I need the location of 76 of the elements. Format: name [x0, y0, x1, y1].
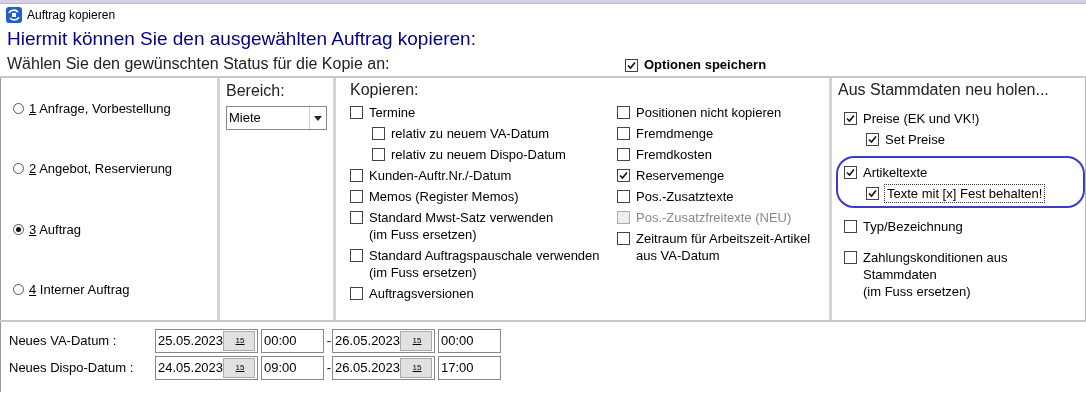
status-prompt: Wählen Sie den gewünschten Status für die Kopie an:	[7, 54, 391, 74]
time-field[interactable]: 17:00	[438, 356, 501, 380]
checkbox-label[interactable]: Fremdmenge	[636, 125, 714, 142]
checkbox-label[interactable]: Optionen speichern	[644, 55, 767, 73]
area-dropdown[interactable]: Miete	[226, 106, 327, 130]
range-separator: -	[326, 332, 332, 351]
checkbox[interactable]	[617, 106, 630, 119]
checkbox-label[interactable]: Typ/Bezeichnung	[863, 218, 963, 235]
time-field[interactable]: 09:00	[261, 356, 324, 380]
checkbox[interactable]	[617, 148, 630, 161]
range-separator: -	[326, 359, 332, 378]
checkbox-label[interactable]: relativ zu neuem VA-Datum	[391, 125, 549, 142]
checkbox[interactable]	[350, 190, 363, 203]
calendar-button[interactable]: 15	[223, 358, 255, 378]
checkbox[interactable]	[617, 232, 630, 245]
calendar-button[interactable]: 15	[400, 358, 432, 378]
window-title: Auftrag kopieren	[27, 7, 116, 24]
checkbox[interactable]	[372, 127, 385, 140]
calendar-button[interactable]: 15	[223, 331, 255, 351]
radio-button[interactable]	[13, 102, 24, 114]
checkbox-label[interactable]: Texte mit [x] Fest behalten!	[885, 185, 1045, 202]
date-field[interactable]: 24.05.2023 15	[155, 356, 258, 380]
time-field[interactable]: 00:00	[438, 329, 501, 353]
checkbox[interactable]	[844, 112, 857, 125]
radio-label[interactable]: 4 Interner Auftrag	[29, 280, 130, 300]
checkbox[interactable]	[866, 133, 879, 146]
radio-button[interactable]	[13, 163, 24, 175]
checkbox[interactable]	[350, 249, 363, 262]
checkbox[interactable]	[617, 190, 630, 203]
radio-label[interactable]: 1 Anfrage, Vorbestellung	[29, 98, 171, 118]
checkbox[interactable]	[617, 127, 630, 140]
checkbox-label[interactable]: Zeitraum für Arbeitszeit-Artikel aus VA-Datum	[636, 230, 811, 264]
checkbox-label[interactable]: Standard Auftragspauschale verwenden (im Fuss ersetzen)	[369, 247, 600, 281]
section-title: Kopieren:	[350, 80, 420, 100]
checkbox-label[interactable]: Kunden-Auftr.Nr./-Datum	[369, 167, 512, 184]
time-field[interactable]: 00:00	[261, 329, 324, 353]
checkbox[interactable]	[844, 166, 857, 179]
checkbox-label[interactable]: Standard Mwst-Satz verwenden (im Fuss ersetzen)	[369, 209, 554, 243]
checkbox-label[interactable]: Preise (EK und VK!)	[863, 110, 980, 127]
date-field[interactable]: 25.05.2023 15	[155, 329, 258, 353]
checkbox-label[interactable]: Reservemenge	[636, 167, 725, 184]
dialog-heading: Hiermit können Sie den ausgewählten Auftrag kopieren:	[6, 27, 477, 51]
date-label: Neues Dispo-Datum :	[9, 359, 135, 378]
date-field[interactable]: 26.05.2023 15	[332, 356, 435, 380]
checkbox[interactable]	[350, 211, 363, 224]
checkbox[interactable]	[350, 106, 363, 119]
date-field[interactable]: 26.05.2023 15	[332, 329, 435, 353]
checkbox[interactable]	[617, 169, 630, 182]
checkbox-label[interactable]: Positionen nicht kopieren	[636, 104, 782, 121]
calendar-button[interactable]: 15	[400, 331, 432, 351]
radio-label[interactable]: 2 Angebot, Reservierung	[29, 159, 173, 179]
checkbox-label[interactable]: Termine	[369, 104, 416, 121]
radio-label[interactable]: 3 Auftrag	[29, 219, 82, 239]
checkbox[interactable]	[844, 251, 857, 264]
checkbox-label[interactable]: Fremdkosten	[636, 146, 712, 163]
checkbox[interactable]	[350, 169, 363, 182]
checkbox-label[interactable]: Set Preise	[885, 131, 945, 148]
checkbox[interactable]	[372, 148, 385, 161]
radio-button[interactable]	[13, 284, 24, 296]
checkbox-label[interactable]: relativ zu neuem Dispo-Datum	[391, 146, 566, 163]
checkbox[interactable]	[844, 220, 857, 233]
area-label: Bereich:	[226, 81, 286, 101]
checkbox-label[interactable]: Zahlungskonditionen aus Stammdaten (im Fuss ersetzen)	[863, 249, 1008, 300]
caret-icon	[314, 115, 322, 121]
checkbox[interactable]	[625, 58, 638, 72]
checkbox[interactable]	[866, 187, 879, 200]
date-label: Neues VA-Datum :	[9, 332, 118, 351]
radio-button[interactable]	[13, 223, 24, 235]
app-icon	[6, 7, 22, 23]
checkbox-label[interactable]: Pos.-Zusatztexte	[636, 188, 734, 205]
checkbox[interactable]	[350, 287, 363, 300]
section-title: Aus Stammdaten neu holen...	[838, 80, 1050, 100]
checkbox-label: Pos.-Zusatzfreitexte (NEU)	[636, 209, 792, 226]
checkbox-label[interactable]: Auftragsversionen	[369, 285, 474, 302]
checkbox-label[interactable]: Memos (Register Memos)	[369, 188, 519, 205]
checkbox-label[interactable]: Artikeltexte	[863, 164, 928, 181]
